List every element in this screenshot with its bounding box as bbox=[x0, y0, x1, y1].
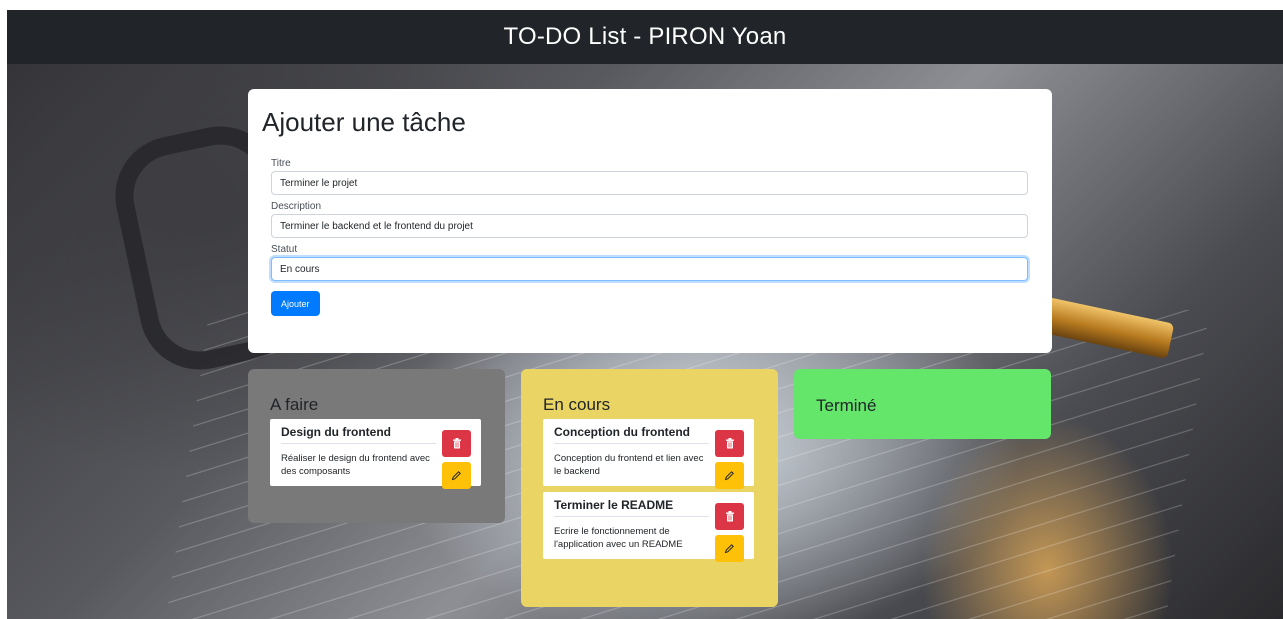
task-title: Design du frontend bbox=[281, 425, 436, 444]
task-card: Conception du frontend Conception du fro… bbox=[543, 419, 754, 489]
task-description: Ecrire le fonctionnement de l'applicatio… bbox=[554, 526, 683, 550]
trash-icon bbox=[452, 438, 461, 449]
task-description: Conception du frontend et lien avec le b… bbox=[554, 453, 704, 477]
task-title: Conception du frontend bbox=[554, 425, 709, 444]
trash-icon bbox=[725, 438, 734, 449]
task-card: Design du frontend Réaliser le design du… bbox=[270, 419, 481, 489]
pencil-icon bbox=[724, 471, 734, 481]
task-description: Réaliser le design du frontend avec des … bbox=[281, 453, 430, 477]
column-title: A faire bbox=[270, 395, 319, 414]
column-in-progress: En cours Conception du frontend Concepti… bbox=[521, 369, 778, 607]
app-header: TO-DO List - PIRON Yoan bbox=[7, 10, 1283, 64]
pencil-icon bbox=[724, 544, 734, 554]
pencil-icon bbox=[451, 471, 461, 481]
add-task-button[interactable]: Ajouter bbox=[271, 291, 320, 316]
app-frame: TO-DO List - PIRON Yoan Ajouter une tâch… bbox=[7, 10, 1283, 619]
delete-task-button[interactable] bbox=[442, 430, 471, 457]
task-title: Terminer le README bbox=[554, 498, 709, 517]
title-label: Titre bbox=[271, 158, 291, 169]
delete-task-button[interactable] bbox=[715, 503, 744, 530]
column-done: Terminé bbox=[794, 369, 1051, 439]
edit-task-button[interactable] bbox=[715, 535, 744, 562]
task-card: Terminer le README Ecrire le fonctionnem… bbox=[543, 492, 754, 562]
edit-task-button[interactable] bbox=[715, 462, 744, 489]
status-field-group: Statut bbox=[271, 244, 1038, 281]
edit-task-button[interactable] bbox=[442, 462, 471, 489]
trash-icon bbox=[725, 511, 734, 522]
form-heading: Ajouter une tâche bbox=[262, 107, 466, 137]
status-input[interactable] bbox=[271, 257, 1028, 281]
title-field-group: Titre bbox=[271, 158, 1038, 195]
column-title: En cours bbox=[543, 395, 611, 414]
delete-task-button[interactable] bbox=[715, 430, 744, 457]
page-title: TO-DO List - PIRON Yoan bbox=[503, 23, 787, 50]
title-input[interactable] bbox=[271, 171, 1028, 195]
description-label: Description bbox=[271, 201, 322, 212]
status-label: Statut bbox=[271, 244, 298, 255]
column-title: Terminé bbox=[816, 396, 877, 415]
description-input[interactable] bbox=[271, 214, 1028, 238]
add-task-form: Ajouter une tâche Titre Description Stat… bbox=[248, 89, 1052, 353]
description-field-group: Description bbox=[271, 201, 1038, 238]
column-todo: A faire Design du frontend Réaliser le d… bbox=[248, 369, 505, 523]
